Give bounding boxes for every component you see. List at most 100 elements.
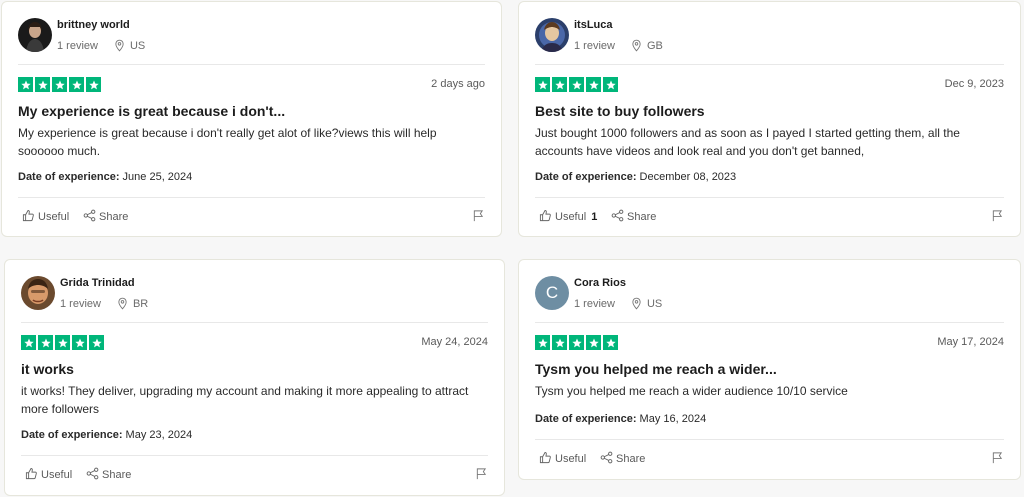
divider	[535, 439, 1004, 440]
share-icon	[600, 451, 613, 467]
divider	[535, 64, 1004, 65]
review-title[interactable]: it works	[21, 361, 74, 377]
location-pin-icon	[117, 297, 128, 310]
review-count: 1 review	[574, 297, 615, 310]
star-rating	[535, 77, 618, 92]
experience-date: Date of experience: May 16, 2024	[535, 413, 706, 425]
review-date: Dec 9, 2023	[944, 78, 1004, 90]
review-title[interactable]: Tysm you helped me reach a wider...	[535, 361, 777, 377]
star-icon	[21, 335, 36, 350]
divider	[535, 322, 1004, 323]
share-label: Share	[102, 469, 132, 481]
share-label: Share	[627, 211, 657, 223]
useful-button[interactable]: Useful 1	[539, 209, 597, 225]
location-pin-icon	[631, 39, 642, 52]
reviewer-meta: 1 review GB	[574, 39, 663, 52]
reviewer-avatar[interactable]	[21, 276, 55, 310]
useful-label: Useful	[555, 211, 587, 223]
reviewer-header[interactable]: brittney world 1 review US	[18, 18, 485, 56]
reviewer-avatar[interactable]	[18, 18, 52, 52]
useful-label: Useful	[41, 469, 73, 481]
experience-date: Date of experience: December 08, 2023	[535, 171, 736, 183]
share-label: Share	[99, 211, 129, 223]
thumbs-up-icon	[539, 209, 552, 225]
star-icon	[552, 77, 567, 92]
star-icon	[552, 335, 567, 350]
star-icon	[569, 335, 584, 350]
review-date: May 17, 2024	[937, 336, 1004, 348]
useful-button[interactable]: Useful	[22, 209, 74, 225]
review-card: brittney world 1 review US 2 days ago My…	[1, 1, 502, 237]
review-title[interactable]: Best site to buy followers	[535, 103, 705, 119]
review-actions: Useful 1 Share	[539, 209, 1004, 225]
experience-date: Date of experience: June 25, 2024	[18, 171, 192, 183]
share-button[interactable]: Share	[600, 451, 645, 467]
star-rating	[535, 335, 618, 350]
star-icon	[86, 77, 101, 92]
star-icon	[586, 77, 601, 92]
reviewer-header[interactable]: Grida Trinidad 1 review BR	[21, 276, 488, 314]
star-icon	[69, 77, 84, 92]
review-title[interactable]: My experience is great because i don't..…	[18, 103, 285, 119]
divider	[535, 197, 1004, 198]
star-icon	[569, 77, 584, 92]
experience-value: December 08, 2023	[639, 171, 737, 183]
star-icon	[38, 335, 53, 350]
star-icon	[603, 77, 618, 92]
star-icon	[603, 335, 618, 350]
review-count: 1 review	[574, 39, 615, 52]
reviewer-name[interactable]: itsLuca	[574, 19, 613, 31]
experience-label: Date of experience:	[21, 429, 123, 441]
reviewer-country: GB	[646, 39, 663, 52]
divider	[18, 197, 485, 198]
experience-label: Date of experience:	[535, 171, 637, 183]
experience-date: Date of experience: May 23, 2024	[21, 429, 192, 441]
flag-icon[interactable]	[475, 467, 488, 483]
share-label: Share	[616, 453, 646, 465]
flag-icon[interactable]	[991, 451, 1004, 467]
review-count: 1 review	[60, 297, 101, 310]
star-icon	[535, 335, 550, 350]
star-icon	[586, 335, 601, 350]
star-rating	[21, 335, 104, 350]
useful-button[interactable]: Useful	[25, 467, 77, 483]
reviewer-name[interactable]: brittney world	[57, 19, 130, 31]
reviewer-avatar[interactable]	[535, 18, 569, 52]
share-icon	[86, 467, 99, 483]
divider	[21, 322, 488, 323]
reviewer-avatar[interactable]: C	[535, 276, 569, 310]
review-date: May 24, 2024	[421, 336, 488, 348]
reviewer-country: BR	[132, 297, 149, 310]
useful-button[interactable]: Useful	[539, 451, 591, 467]
star-icon	[18, 77, 33, 92]
share-icon	[83, 209, 96, 225]
share-button[interactable]: Share	[86, 467, 131, 483]
reviewer-country: US	[129, 39, 146, 52]
useful-label: Useful	[555, 453, 587, 465]
review-card: itsLuca 1 review GB Dec 9, 2023 Best sit…	[518, 1, 1021, 237]
share-button[interactable]: Share	[611, 209, 656, 225]
review-body: it works! They deliver, upgrading my acc…	[21, 384, 469, 416]
flag-icon[interactable]	[991, 209, 1004, 225]
reviewer-meta: 1 review US	[574, 297, 662, 310]
thumbs-up-icon	[539, 451, 552, 467]
review-count: 1 review	[57, 39, 98, 52]
experience-label: Date of experience:	[535, 413, 637, 425]
reviewer-header[interactable]: itsLuca 1 review GB	[535, 18, 1004, 56]
reviewer-name[interactable]: Grida Trinidad	[60, 277, 135, 289]
location-pin-icon	[631, 297, 642, 310]
reviewer-name[interactable]: Cora Rios	[574, 277, 626, 289]
reviewer-meta: 1 review US	[57, 39, 145, 52]
star-rating	[18, 77, 101, 92]
experience-value: June 25, 2024	[122, 171, 193, 183]
experience-label: Date of experience:	[18, 171, 120, 183]
location-pin-icon	[114, 39, 125, 52]
review-card: Grida Trinidad 1 review BR May 24, 2024 …	[4, 259, 505, 496]
reviewer-header[interactable]: C Cora Rios 1 review US	[535, 276, 1004, 314]
flag-icon[interactable]	[472, 209, 485, 225]
star-icon	[55, 335, 70, 350]
share-button[interactable]: Share	[83, 209, 128, 225]
review-body: Just bought 1000 followers and as soon a…	[535, 126, 960, 158]
review-date: 2 days ago	[431, 78, 485, 90]
thumbs-up-icon	[22, 209, 35, 225]
